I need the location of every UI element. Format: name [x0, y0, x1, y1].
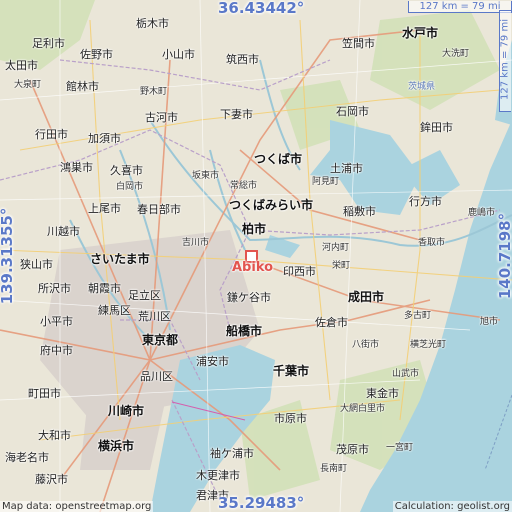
- city-label: つくば市: [254, 152, 303, 166]
- city-label: 石岡市: [336, 105, 369, 118]
- city-label: 大和市: [38, 429, 71, 442]
- city-label: 茂原市: [336, 443, 369, 456]
- city-label: 香取市: [418, 238, 446, 248]
- latitude-top-label: 36.43442°: [218, 0, 305, 17]
- city-label: 館林市: [66, 80, 99, 93]
- city-label: 狭山市: [20, 258, 53, 271]
- city-label: 古河市: [145, 111, 178, 124]
- city-label: 行方市: [409, 195, 442, 208]
- city-label: 河内町: [322, 243, 350, 253]
- city-label: 東金市: [366, 387, 399, 400]
- city-label: 荒川区: [138, 310, 171, 323]
- city-label: 木更津市: [196, 469, 240, 482]
- city-label: 常総市: [230, 181, 258, 191]
- city-label: 川崎市: [108, 404, 145, 418]
- city-label: 横浜市: [98, 439, 135, 453]
- city-label: 坂東市: [192, 171, 220, 181]
- city-label: 行田市: [35, 128, 68, 141]
- city-label: 町田市: [28, 387, 61, 400]
- city-label: 吉川市: [182, 238, 210, 248]
- city-label: 春日部市: [137, 203, 181, 216]
- city-label: 佐倉市: [315, 316, 348, 329]
- city-label: 栃木市: [136, 17, 169, 30]
- city-label: 船橋市: [226, 324, 263, 338]
- city-label: 成田市: [348, 290, 385, 304]
- city-label: 多古町: [404, 311, 432, 321]
- city-label: 稲敷市: [343, 205, 376, 218]
- city-label: 久喜市: [110, 164, 143, 177]
- latitude-bottom-label: 35.29483°: [218, 494, 305, 512]
- city-label: 小平市: [40, 315, 73, 328]
- city-label: 大洗町: [442, 49, 470, 59]
- city-label: 練馬区: [98, 304, 131, 317]
- city-label: 足利市: [32, 37, 65, 50]
- city-label: 野木町: [140, 87, 168, 97]
- city-label: 鹿嶋市: [468, 208, 496, 218]
- longitude-right-label: 140.7198°: [496, 212, 512, 300]
- city-label: 足立区: [128, 289, 161, 302]
- city-label: 東京都: [142, 333, 179, 347]
- scale-bar-vertical: 127 km = 79 mi: [499, 10, 511, 112]
- city-label: 水戸市: [402, 26, 439, 40]
- city-label: 海老名市: [5, 451, 49, 464]
- city-label: 袖ケ浦市: [210, 447, 254, 460]
- attribution-calculation: Calculation: geolist.org: [392, 501, 512, 512]
- city-label: 笠間市: [342, 37, 375, 50]
- city-label: 阿見町: [312, 177, 340, 187]
- city-label: 佐野市: [80, 48, 113, 61]
- city-label: 市原市: [274, 412, 307, 425]
- city-label: 太田市: [5, 59, 38, 72]
- city-label: 鎌ケ谷市: [227, 291, 271, 304]
- city-label: 鴻巣市: [60, 161, 93, 174]
- prefecture-label: 茨城県: [408, 82, 436, 92]
- city-label: 川越市: [47, 225, 80, 238]
- city-label: さいたま市: [90, 252, 150, 266]
- city-label: 浦安市: [196, 355, 229, 368]
- city-label: 府中市: [40, 344, 73, 357]
- city-label: 横芝光町: [410, 340, 447, 350]
- city-label: 品川区: [140, 370, 173, 383]
- city-label: 柏市: [242, 222, 267, 236]
- city-label: 小山市: [162, 48, 195, 61]
- scale-bar-vertical-label: 127 km = 79 mi: [499, 19, 511, 100]
- city-label: 長南町: [320, 464, 348, 474]
- city-label: 栄町: [332, 261, 351, 271]
- longitude-left-label: 139.31355°: [0, 207, 16, 305]
- scale-bar-horizontal: 127 km = 79 mi: [408, 1, 512, 13]
- city-label: 土浦市: [330, 162, 363, 175]
- city-label: つくばみらい市: [229, 198, 314, 212]
- attribution-map-data: Map data: openstreetmap.org: [0, 501, 154, 512]
- map-view[interactable]: 足利市 佐野市 太田市 館林市 大泉町 行田市 加須市 鴻巣市 上尾市 さいたま…: [0, 0, 512, 512]
- city-label: 筑西市: [226, 53, 259, 66]
- city-label: 大網白里市: [340, 404, 386, 414]
- city-label: 一宮町: [386, 443, 414, 453]
- city-label: 千葉市: [273, 364, 310, 378]
- city-label: 白岡市: [116, 182, 144, 192]
- city-label: 山武市: [392, 369, 420, 379]
- city-label: 加須市: [88, 132, 121, 145]
- city-label: 鉾田市: [420, 121, 453, 134]
- city-label: 下妻市: [220, 108, 253, 121]
- city-label: 八街市: [352, 340, 380, 350]
- city-label: 所沢市: [38, 282, 71, 295]
- city-label: 印西市: [283, 265, 316, 278]
- city-label: 藤沢市: [35, 473, 68, 486]
- city-label: 朝霞市: [88, 282, 121, 295]
- city-label: 大泉町: [14, 80, 42, 90]
- city-label: 上尾市: [88, 202, 121, 215]
- place-name-label: Abiko: [232, 260, 274, 275]
